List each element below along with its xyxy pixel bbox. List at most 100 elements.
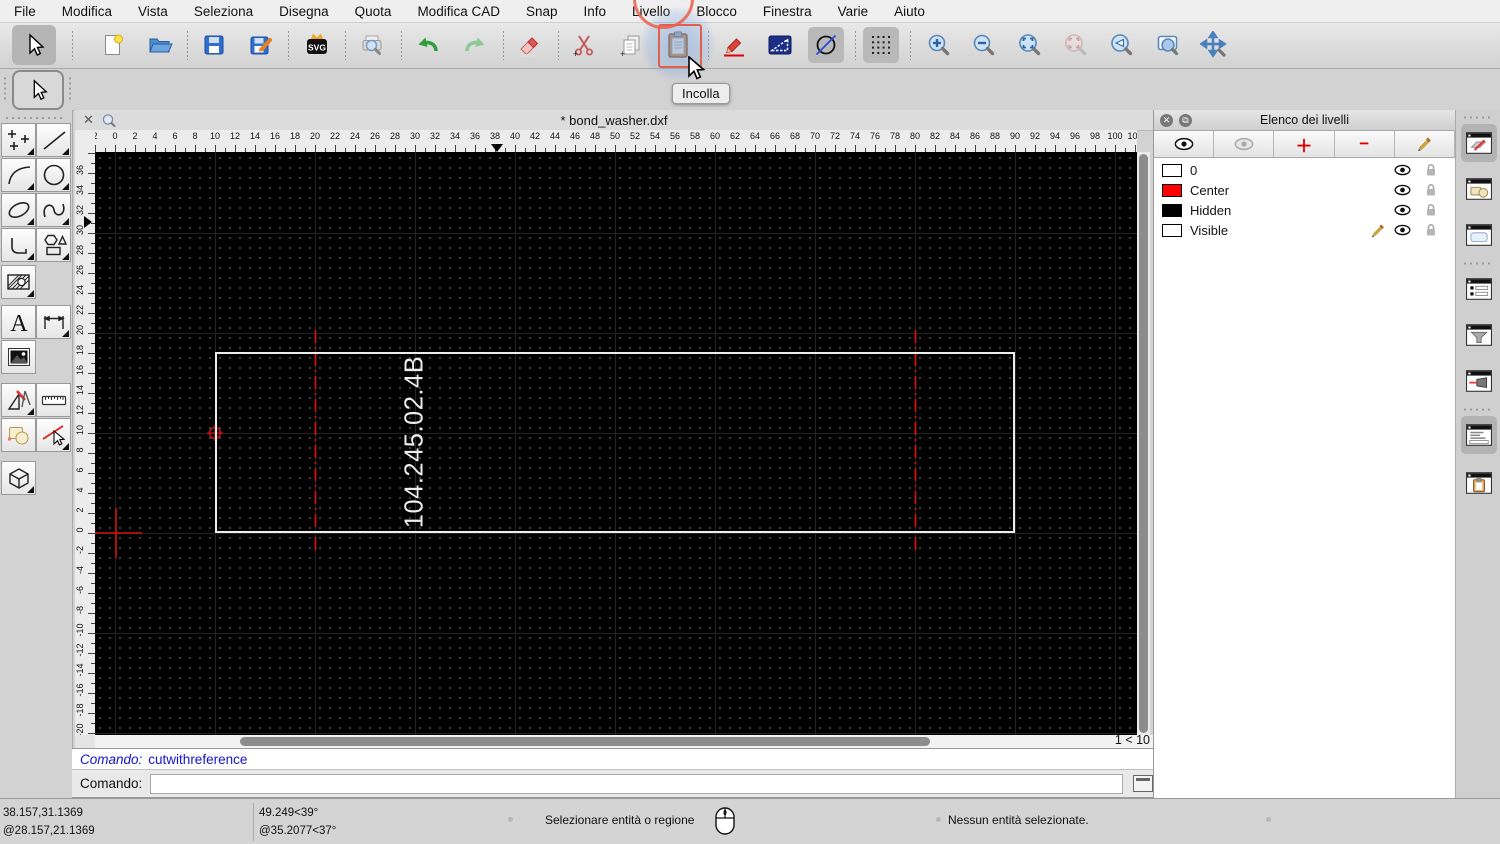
- command-detach-button[interactable]: [1133, 775, 1153, 792]
- layer-lock-icon[interactable]: [1425, 203, 1437, 217]
- show-all-layers-button[interactable]: [1154, 131, 1215, 157]
- arc-tool-button[interactable]: [1, 158, 36, 192]
- edit-properties-button[interactable]: [716, 27, 752, 63]
- zoom-auto-button[interactable]: [1012, 27, 1048, 63]
- zoom-selection-icon: [1065, 34, 1087, 56]
- dock-layer-list-button[interactable]: [1461, 124, 1497, 162]
- menu-file[interactable]: File: [14, 4, 36, 19]
- print-preview-button[interactable]: [354, 27, 390, 63]
- status-dot: [1266, 817, 1271, 822]
- menu-livello[interactable]: Livello: [632, 4, 670, 19]
- menu-quota[interactable]: Quota: [355, 4, 392, 19]
- command-prompt-label: Comando:: [80, 776, 143, 791]
- hide-all-layers-button[interactable]: [1214, 131, 1275, 157]
- vertical-scrollbar[interactable]: [1137, 152, 1150, 735]
- menu-varie[interactable]: Varie: [838, 4, 869, 19]
- spline-tool-button[interactable]: [36, 193, 71, 227]
- dock-command-line-button[interactable]: [1461, 416, 1497, 454]
- drawing-canvas[interactable]: 104.245.02.4B: [95, 152, 1137, 735]
- washer-rectangle-entity[interactable]: [215, 352, 1015, 533]
- svg-export-button[interactable]: SVG: [299, 27, 335, 63]
- menu-aiuto[interactable]: Aiuto: [894, 4, 925, 19]
- edit-layer-button[interactable]: [1394, 131, 1456, 157]
- layer-row-center[interactable]: Center: [1154, 180, 1455, 200]
- ellipse-tool-button[interactable]: [1, 193, 36, 227]
- add-layer-button[interactable]: ＋: [1274, 131, 1335, 157]
- point-tool-button[interactable]: [1, 123, 36, 157]
- zoom-selection-button[interactable]: [1058, 27, 1094, 63]
- menu-vista[interactable]: Vista: [138, 4, 168, 19]
- hatch-tool-button[interactable]: [1, 265, 36, 299]
- grid-toggle-button[interactable]: [863, 27, 899, 63]
- open-file-button[interactable]: [142, 27, 178, 63]
- layer-lock-icon[interactable]: [1425, 163, 1437, 177]
- redo-button[interactable]: [457, 27, 493, 63]
- zoom-window-button[interactable]: [1150, 27, 1186, 63]
- zoom-in-button[interactable]: [921, 27, 957, 63]
- image-tool-button[interactable]: [1, 340, 36, 374]
- layer-lock-icon[interactable]: [1425, 223, 1437, 237]
- save-as-button[interactable]: [243, 27, 279, 63]
- dock-selection-filter-button[interactable]: [1461, 316, 1497, 354]
- new-file-button[interactable]: [95, 27, 131, 63]
- copy-button[interactable]: +: [613, 27, 649, 63]
- dock-property-editor-button[interactable]: [1461, 270, 1497, 308]
- polyline-tool-button[interactable]: [1, 228, 36, 262]
- dock-block-list-button[interactable]: [1461, 170, 1497, 208]
- cut-button[interactable]: +: [566, 27, 602, 63]
- select-entity-button[interactable]: [36, 418, 71, 452]
- undo-button[interactable]: [410, 27, 446, 63]
- dimension-tool-button[interactable]: [36, 305, 71, 339]
- draft-mode-button[interactable]: [808, 27, 844, 63]
- horizontal-scrollbar[interactable]: [95, 735, 1153, 749]
- menu-disegna[interactable]: Disegna: [279, 4, 329, 19]
- circle-tool-button[interactable]: [36, 158, 71, 192]
- menu-info[interactable]: Info: [584, 4, 607, 19]
- layer-row-0[interactable]: 0: [1154, 160, 1455, 180]
- layer-row-visible[interactable]: Visible: [1154, 220, 1455, 240]
- select-tool-button[interactable]: [12, 25, 56, 65]
- modify-tools-button[interactable]: [1, 383, 36, 417]
- dock-relative-zero-button[interactable]: [1461, 362, 1497, 400]
- zoom-previous-button[interactable]: [1104, 27, 1140, 63]
- pan-button[interactable]: [1196, 27, 1232, 63]
- command-input[interactable]: [150, 773, 1124, 794]
- delete-button[interactable]: [511, 27, 547, 63]
- menu-finestra[interactable]: Finestra: [763, 4, 812, 19]
- menu-modifica[interactable]: Modifica: [62, 4, 112, 19]
- menu-modifica-cad[interactable]: Modifica CAD: [417, 4, 500, 19]
- text-tool-button[interactable]: A: [1, 305, 36, 339]
- document-zoom-icon[interactable]: [101, 113, 117, 128]
- grid-dots-icon: [872, 36, 890, 54]
- panel-dock: [1455, 110, 1500, 798]
- layer-visibility-icon[interactable]: [1394, 164, 1411, 176]
- vscroll-thumb[interactable]: [1139, 154, 1148, 733]
- zoom-out-button[interactable]: [966, 27, 1002, 63]
- hscroll-thumb[interactable]: [240, 737, 930, 746]
- print-preview-icon: [362, 35, 382, 55]
- layer-visibility-icon[interactable]: [1394, 224, 1411, 236]
- remove-layer-button[interactable]: −: [1334, 131, 1395, 157]
- measure-tool-button[interactable]: [36, 383, 71, 417]
- boolean-shapes-button[interactable]: [1, 418, 36, 452]
- menu-snap[interactable]: Snap: [526, 4, 558, 19]
- save-button[interactable]: [196, 27, 232, 63]
- dock-clipboard-button[interactable]: [1461, 464, 1497, 502]
- layer-lock-icon[interactable]: [1425, 183, 1437, 197]
- paste-button[interactable]: [660, 27, 696, 63]
- menu-bar: File Modifica Vista Seleziona Disegna Qu…: [0, 0, 1500, 23]
- selection-tools-button[interactable]: [12, 70, 64, 110]
- layer-visibility-icon[interactable]: [1394, 204, 1411, 216]
- part-number-text[interactable]: 104.245.02.4B: [401, 356, 430, 528]
- menu-blocco[interactable]: Blocco: [696, 4, 737, 19]
- layer-visibility-icon[interactable]: [1394, 184, 1411, 196]
- 3d-box-button[interactable]: [1, 461, 36, 495]
- menu-seleziona[interactable]: Seleziona: [194, 4, 253, 19]
- distance-info-button[interactable]: [762, 27, 798, 63]
- layer-row-hidden[interactable]: Hidden: [1154, 200, 1455, 220]
- image-tool-icon: [7, 348, 30, 366]
- dock-view-list-button[interactable]: [1461, 216, 1497, 254]
- shapes-tool-button[interactable]: [36, 228, 71, 262]
- layer-color-swatch: [1162, 183, 1182, 197]
- line-tool-button[interactable]: [36, 123, 71, 157]
